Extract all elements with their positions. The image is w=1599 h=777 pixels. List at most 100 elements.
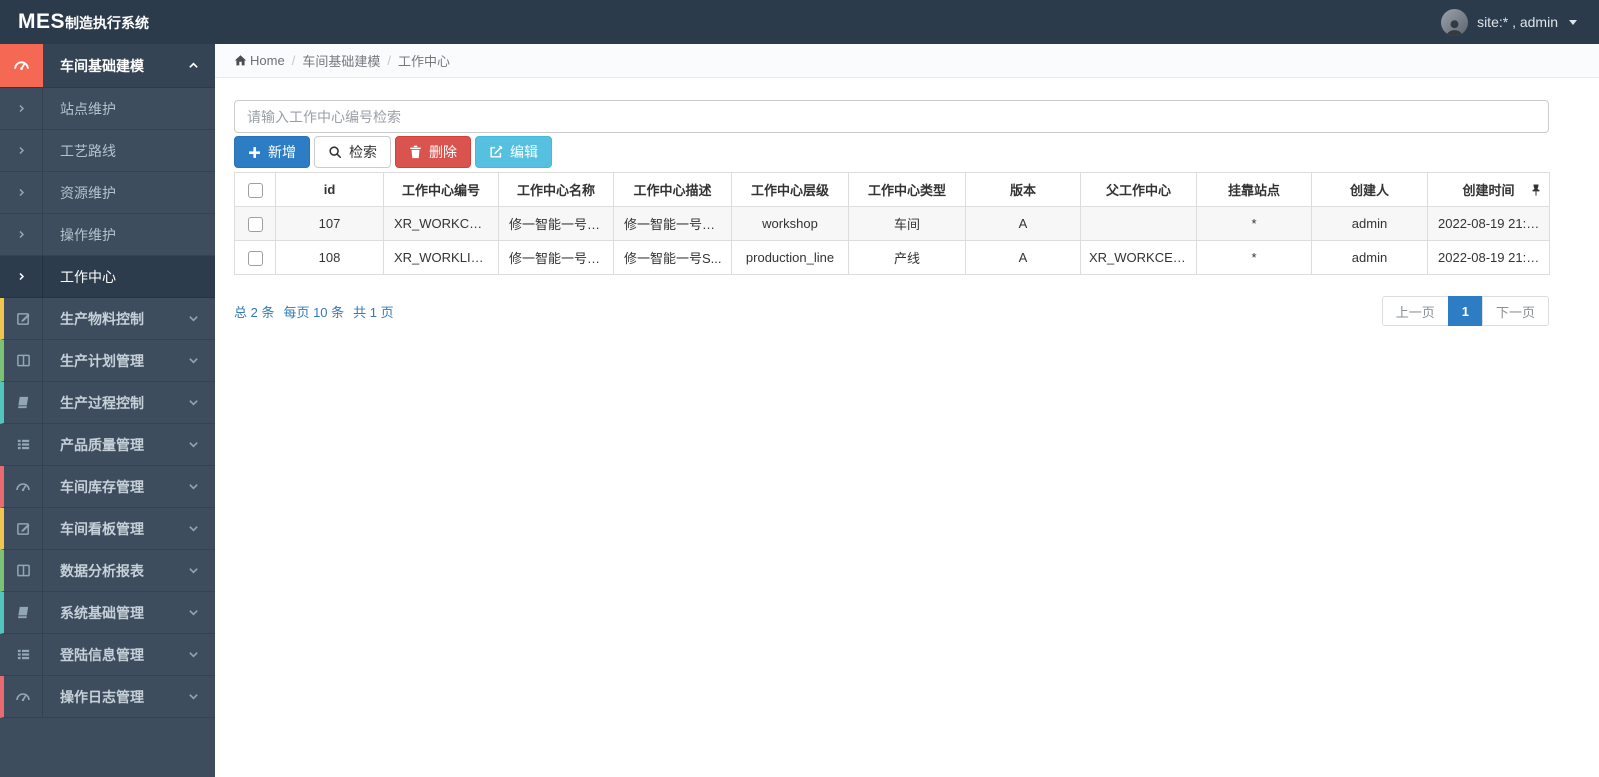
page-1-button[interactable]: 1 bbox=[1447, 296, 1483, 326]
chevron-right-icon bbox=[18, 104, 24, 113]
book-icon bbox=[17, 606, 28, 619]
columns-icon bbox=[16, 564, 30, 577]
chevron-right-icon bbox=[18, 272, 24, 281]
sidebar-item-process-route[interactable]: 工艺路线 bbox=[0, 130, 215, 172]
chevron-down-icon bbox=[189, 400, 198, 406]
cell-version: A bbox=[965, 240, 1081, 275]
column-header-level[interactable]: 工作中心层级 bbox=[731, 172, 849, 207]
cell-desc: 修一智能一号S... bbox=[613, 240, 732, 275]
cell-site: * bbox=[1196, 240, 1312, 275]
column-header-code[interactable]: 工作中心编号 bbox=[383, 172, 499, 207]
chevron-down-icon bbox=[189, 694, 198, 700]
chevron-up-icon bbox=[189, 62, 198, 68]
chevron-down-icon bbox=[189, 442, 198, 448]
cell-version: A bbox=[965, 206, 1081, 241]
sidebar-item-resource-maintenance[interactable]: 资源维护 bbox=[0, 172, 215, 214]
column-header-desc[interactable]: 工作中心描述 bbox=[613, 172, 732, 207]
chevron-down-icon bbox=[189, 358, 198, 364]
main-area: Home / 车间基础建模 / 工作中心 新增 检索 bbox=[215, 44, 1599, 777]
table-row[interactable]: 108 XR_WORKLINE... 修一智能一号S... 修一智能一号S...… bbox=[234, 240, 1550, 275]
chevron-right-icon bbox=[18, 230, 24, 239]
column-header-site[interactable]: 挂靠站点 bbox=[1196, 172, 1312, 207]
columns-icon bbox=[16, 354, 30, 367]
column-header-version[interactable]: 版本 bbox=[965, 172, 1081, 207]
sidebar-item-label: 车间看板管理 bbox=[60, 520, 144, 537]
sidebar-item-label: 产品质量管理 bbox=[60, 436, 144, 453]
sidebar-item-login-info-management[interactable]: 登陆信息管理 bbox=[0, 634, 215, 676]
sidebar-item-operation-log-management[interactable]: 操作日志管理 bbox=[0, 676, 215, 718]
sidebar-item-label: 登陆信息管理 bbox=[60, 646, 144, 663]
chevron-down-icon bbox=[189, 484, 198, 490]
column-header-created[interactable]: 创建时间 bbox=[1427, 172, 1550, 207]
sidebar-item-workshop-kanban-management[interactable]: 车间看板管理 bbox=[0, 508, 215, 550]
brand-primary-text: MES bbox=[18, 10, 66, 33]
sidebar-item-data-analysis-reports[interactable]: 数据分析报表 bbox=[0, 550, 215, 592]
next-page-button[interactable]: 下一页 bbox=[1481, 296, 1549, 326]
work-center-table: id 工作中心编号 工作中心名称 工作中心描述 工作中心层级 工作中心类型 版本… bbox=[234, 172, 1550, 275]
person-icon bbox=[1446, 19, 1463, 36]
edit-button[interactable]: 编辑 bbox=[475, 136, 552, 168]
chevron-right-icon bbox=[18, 146, 24, 155]
column-header-parent[interactable]: 父工作中心 bbox=[1080, 172, 1197, 207]
user-label: site:* , admin bbox=[1477, 14, 1558, 30]
avatar bbox=[1441, 8, 1469, 36]
cell-site: * bbox=[1196, 206, 1312, 241]
column-header-creator[interactable]: 创建人 bbox=[1311, 172, 1428, 207]
chevron-down-icon bbox=[189, 568, 198, 574]
table-row[interactable]: 107 XR_WORKCEN... 修一智能一号车间 修一智能一号车间 work… bbox=[234, 206, 1550, 241]
row-checkbox[interactable] bbox=[247, 250, 263, 266]
sidebar-item-label: 操作日志管理 bbox=[60, 688, 144, 705]
chevron-down-icon bbox=[189, 652, 198, 658]
sidebar-item-workshop-inventory-management[interactable]: 车间库存管理 bbox=[0, 466, 215, 508]
caret-down-icon bbox=[1569, 19, 1577, 25]
sidebar-item-work-center[interactable]: 工作中心 bbox=[0, 256, 215, 298]
row-checkbox[interactable] bbox=[247, 216, 263, 232]
search-button[interactable]: 检索 bbox=[314, 136, 391, 168]
sidebar-item-workshop-basic-modeling[interactable]: 车间基础建模 bbox=[0, 44, 215, 88]
add-button[interactable]: 新增 bbox=[234, 136, 310, 168]
sidebar-item-product-quality-management[interactable]: 产品质量管理 bbox=[0, 424, 215, 466]
delete-button[interactable]: 删除 bbox=[395, 136, 471, 168]
column-header-id[interactable]: id bbox=[275, 172, 384, 207]
sidebar-item-production-material-control[interactable]: 生产物料控制 bbox=[0, 298, 215, 340]
prev-page-button[interactable]: 上一页 bbox=[1381, 296, 1449, 326]
chevron-down-icon bbox=[189, 526, 198, 532]
cell-level: workshop bbox=[731, 206, 849, 241]
cell-parent: XR_WORKCEN... bbox=[1080, 240, 1197, 275]
records-summary: 总 2 条 每页 10 条 共 1 页 bbox=[234, 304, 394, 320]
sidebar-item-production-process-control[interactable]: 生产过程控制 bbox=[0, 382, 215, 424]
breadcrumb-home-link[interactable]: Home bbox=[234, 53, 285, 68]
sidebar-item-site-maintenance[interactable]: 站点维护 bbox=[0, 88, 215, 130]
cell-code: XR_WORKCEN... bbox=[383, 206, 499, 241]
sidebar-item-operation-maintenance[interactable]: 操作维护 bbox=[0, 214, 215, 256]
search-icon bbox=[329, 146, 342, 159]
sidebar-item-label: 资源维护 bbox=[60, 184, 116, 201]
column-header-name[interactable]: 工作中心名称 bbox=[498, 172, 614, 207]
plus-icon bbox=[249, 146, 260, 158]
cell-creator: admin bbox=[1311, 206, 1428, 241]
chevron-down-icon bbox=[189, 316, 198, 322]
gauge-icon bbox=[14, 61, 29, 70]
list-icon bbox=[17, 649, 29, 660]
pin-icon[interactable] bbox=[1531, 184, 1541, 196]
cell-name: 修一智能一号车间 bbox=[498, 206, 614, 241]
edit-icon bbox=[490, 145, 503, 158]
sidebar-item-label: 操作维护 bbox=[60, 226, 116, 243]
cell-code: XR_WORKLINE... bbox=[383, 240, 499, 275]
sidebar-item-label: 系统基础管理 bbox=[60, 604, 144, 621]
cell-name: 修一智能一号S... bbox=[498, 240, 614, 275]
user-menu[interactable]: site:* , admin bbox=[1441, 8, 1599, 36]
search-input[interactable] bbox=[234, 100, 1549, 133]
column-header-type[interactable]: 工作中心类型 bbox=[848, 172, 966, 207]
sidebar-item-label: 生产物料控制 bbox=[60, 310, 144, 327]
book-icon bbox=[17, 396, 28, 409]
cell-parent bbox=[1080, 206, 1197, 241]
select-all-checkbox[interactable] bbox=[247, 182, 263, 198]
breadcrumb-item-current: 工作中心 bbox=[397, 54, 450, 69]
app-window: MES 制造执行系统 site:* , admin 车间基础建模 站点维护 工艺… bbox=[0, 0, 1599, 777]
table-header-row: id 工作中心编号 工作中心名称 工作中心描述 工作中心层级 工作中心类型 版本… bbox=[234, 172, 1550, 207]
pagination: 上一页 1 下一页 bbox=[1381, 296, 1549, 326]
sidebar-item-system-basic-management[interactable]: 系统基础管理 bbox=[0, 592, 215, 634]
breadcrumb-item[interactable]: 车间基础建模 bbox=[302, 51, 380, 70]
sidebar-item-production-plan-management[interactable]: 生产计划管理 bbox=[0, 340, 215, 382]
